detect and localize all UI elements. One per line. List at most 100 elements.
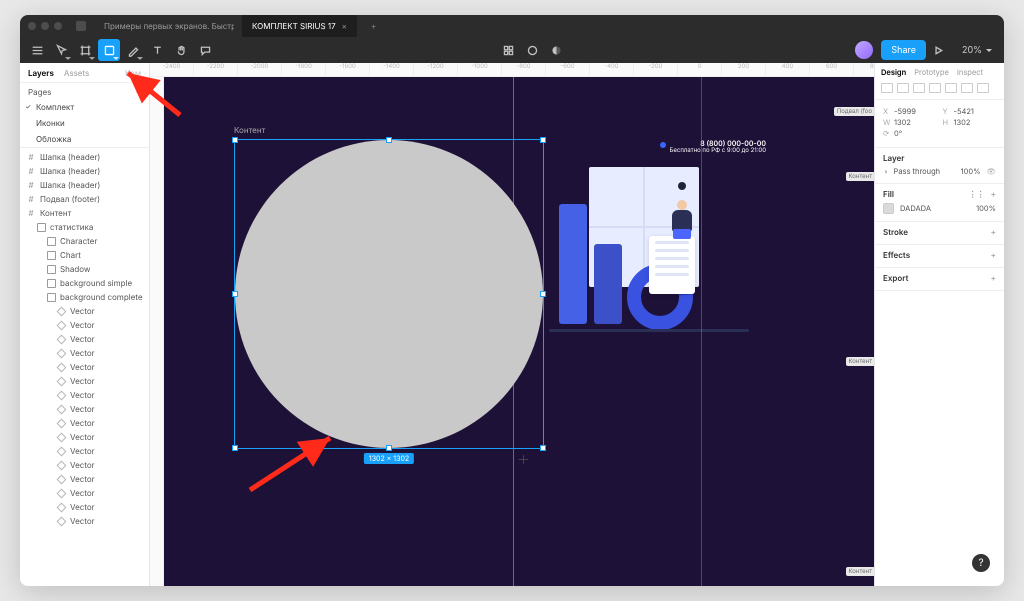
- layer-row[interactable]: Vector: [20, 416, 149, 430]
- user-avatar[interactable]: [855, 41, 873, 59]
- layer-row[interactable]: Vector: [20, 430, 149, 444]
- layer-row[interactable]: Chart: [20, 248, 149, 262]
- resize-handle[interactable]: [232, 445, 238, 451]
- distribute-icon[interactable]: [977, 83, 989, 93]
- maximize-window-icon[interactable]: [54, 22, 62, 30]
- hand-tool[interactable]: [170, 39, 192, 61]
- vertical-ruler[interactable]: [150, 77, 164, 586]
- resize-handle[interactable]: [540, 137, 546, 143]
- layer-row[interactable]: Vector: [20, 346, 149, 360]
- visibility-icon[interactable]: 👁: [986, 167, 996, 176]
- move-tool[interactable]: [50, 39, 72, 61]
- page-item[interactable]: Комплект: [20, 99, 149, 115]
- mask-icon[interactable]: [522, 39, 544, 61]
- text-tool[interactable]: [146, 39, 168, 61]
- layer-row[interactable]: background complete: [20, 290, 149, 304]
- layer-row[interactable]: Vector: [20, 500, 149, 514]
- resize-handle[interactable]: [386, 137, 392, 143]
- layer-row[interactable]: Character: [20, 234, 149, 248]
- layer-row[interactable]: Vector: [20, 360, 149, 374]
- boolean-icon[interactable]: [546, 39, 568, 61]
- align-hcenter-icon[interactable]: [897, 83, 909, 93]
- fill-hex-field[interactable]: DADADA: [900, 204, 931, 213]
- add-stroke-button[interactable]: +: [991, 227, 996, 237]
- layer-row[interactable]: Vector: [20, 402, 149, 416]
- layer-row[interactable]: Vector: [20, 332, 149, 346]
- fill-style-icon[interactable]: ⋮⋮: [969, 189, 985, 199]
- x-field[interactable]: X-5999: [883, 107, 937, 116]
- page-item[interactable]: Иконки: [20, 115, 149, 131]
- page-item[interactable]: Обложка: [20, 131, 149, 147]
- frame-thumb-label[interactable]: Контент: [846, 567, 874, 576]
- layer-row[interactable]: Vector: [20, 486, 149, 500]
- align-bottom-icon[interactable]: [961, 83, 973, 93]
- shape-tool[interactable]: [98, 39, 120, 61]
- add-export-button[interactable]: +: [991, 273, 996, 283]
- align-left-icon[interactable]: [881, 83, 893, 93]
- help-button[interactable]: ?: [972, 554, 990, 572]
- selection-bounds[interactable]: 1302 × 1302: [234, 139, 544, 449]
- layer-row[interactable]: Подвал (footer): [20, 192, 149, 206]
- frame-label[interactable]: Контент: [234, 125, 265, 135]
- layer-row[interactable]: Шапка (header): [20, 150, 149, 164]
- inspect-tab[interactable]: Inspect: [957, 68, 983, 77]
- rotation-field[interactable]: ⟳0°: [883, 129, 937, 138]
- frame-thumb-label[interactable]: Подвал (foo: [834, 107, 874, 116]
- fill-swatch[interactable]: [883, 203, 894, 214]
- resize-handle[interactable]: [232, 137, 238, 143]
- opacity-field[interactable]: 100%: [961, 167, 981, 176]
- align-right-icon[interactable]: [913, 83, 925, 93]
- resize-handle[interactable]: [540, 291, 546, 297]
- frame-thumb-label[interactable]: Контент: [846, 357, 874, 366]
- layer-row[interactable]: Vector: [20, 444, 149, 458]
- close-tab-icon[interactable]: ×: [342, 21, 347, 31]
- layer-row[interactable]: Vector: [20, 458, 149, 472]
- layers-tab[interactable]: Layers: [28, 68, 54, 78]
- add-fill-button[interactable]: +: [991, 189, 996, 199]
- document-tab-2[interactable]: КОМПЛЕКТ SIRIUS 17 ×: [242, 15, 357, 37]
- new-tab-button[interactable]: +: [365, 21, 382, 31]
- assets-tab[interactable]: Assets: [64, 68, 89, 78]
- align-top-icon[interactable]: [929, 83, 941, 93]
- add-effect-button[interactable]: +: [991, 250, 996, 260]
- horizontal-ruler[interactable]: -2400-2200-2000-1800-1600-1400-1200-1000…: [150, 63, 874, 77]
- layer-row[interactable]: Vector: [20, 472, 149, 486]
- layer-row[interactable]: Vector: [20, 304, 149, 318]
- frame-thumb-label[interactable]: Контент: [846, 172, 874, 181]
- layer-row[interactable]: Шапка (header): [20, 164, 149, 178]
- pen-tool[interactable]: [122, 39, 144, 61]
- layer-row[interactable]: Vector: [20, 388, 149, 402]
- layer-row[interactable]: Шапка (header): [20, 178, 149, 192]
- h-field[interactable]: H1302: [943, 118, 997, 127]
- layer-row[interactable]: background simple: [20, 276, 149, 290]
- component-actions-icon[interactable]: [498, 39, 520, 61]
- page-search[interactable]: Ком: [125, 68, 141, 78]
- zoom-dropdown[interactable]: 20%: [952, 45, 998, 56]
- selected-ellipse[interactable]: [235, 140, 543, 448]
- fill-opacity-field[interactable]: 100%: [976, 204, 996, 213]
- w-field[interactable]: W1302: [883, 118, 937, 127]
- design-tab[interactable]: Design: [881, 68, 906, 77]
- layer-row[interactable]: Vector: [20, 514, 149, 528]
- resize-handle[interactable]: [386, 445, 392, 451]
- window-controls[interactable]: [28, 22, 68, 30]
- present-button[interactable]: [928, 39, 950, 61]
- layer-row[interactable]: Контент: [20, 206, 149, 220]
- figma-logo-icon[interactable]: [76, 21, 86, 31]
- comment-tool[interactable]: [194, 39, 216, 61]
- blend-mode-field[interactable]: Pass through: [894, 167, 941, 176]
- align-vcenter-icon[interactable]: [945, 83, 957, 93]
- close-window-icon[interactable]: [28, 22, 36, 30]
- layer-row[interactable]: Vector: [20, 374, 149, 388]
- vertical-guide[interactable]: [701, 77, 702, 586]
- y-field[interactable]: Y-5421: [943, 107, 997, 116]
- blend-mode-icon[interactable]: ◑: [883, 167, 888, 176]
- layer-row[interactable]: Shadow: [20, 262, 149, 276]
- minimize-window-icon[interactable]: [41, 22, 49, 30]
- layer-row[interactable]: Vector: [20, 318, 149, 332]
- share-button[interactable]: Share: [881, 40, 926, 60]
- resize-handle[interactable]: [232, 291, 238, 297]
- document-tab-1[interactable]: Примеры первых экранов. Быстр...: [94, 15, 234, 37]
- resize-handle[interactable]: [540, 445, 546, 451]
- prototype-tab[interactable]: Prototype: [914, 68, 949, 77]
